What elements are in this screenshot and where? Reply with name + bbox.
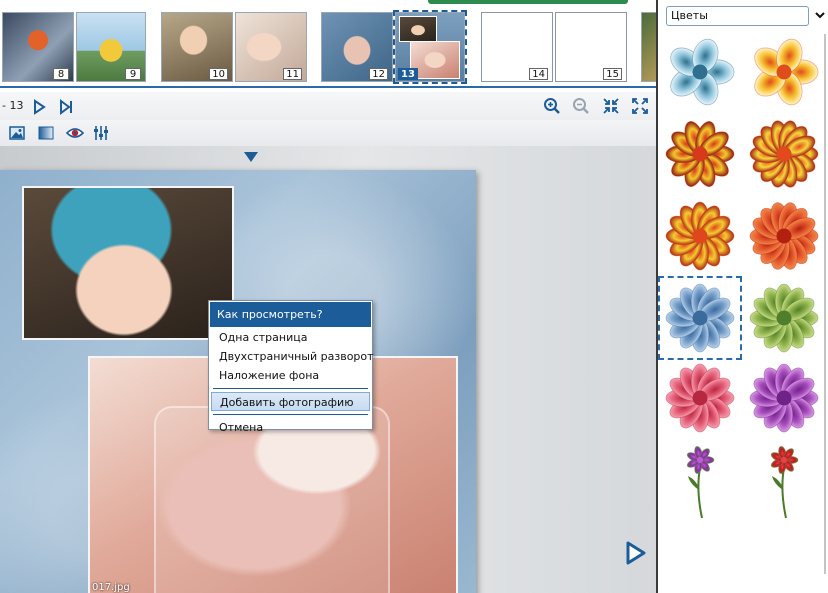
- purple-flower-icon[interactable]: [744, 358, 824, 438]
- blue-flower-icon[interactable]: [660, 32, 740, 112]
- menu-item[interactable]: Отмена: [209, 418, 372, 437]
- red-flower-icon[interactable]: [744, 196, 824, 276]
- menu-item[interactable]: Наложение фона: [209, 366, 372, 385]
- orange-flower-icon[interactable]: [744, 32, 824, 112]
- context-menu-items: Одна страница Двухстраничный разворот Нало…: [209, 328, 374, 437]
- fit-to-window-icon[interactable]: [602, 97, 620, 115]
- page-thumbnail[interactable]: 10: [161, 12, 233, 82]
- pink-flower-icon[interactable]: [660, 358, 740, 438]
- red-stem-flower-icon[interactable]: [744, 440, 824, 520]
- page-thumbnail[interactable]: [641, 12, 656, 82]
- page-thumbnail-strip: 8 9 10 11 12 13 14 15: [0, 0, 656, 88]
- view-context-menu: Как просмотреть? Одна страница Двухстрани…: [208, 300, 374, 434]
- strip-divider: [0, 86, 656, 88]
- red-yellow-flower-2-icon[interactable]: [744, 114, 824, 194]
- page-range-label: - 13: [2, 99, 24, 112]
- clipart-panel: Цветы: [656, 0, 828, 593]
- next-page-arrow-icon[interactable]: [622, 540, 648, 566]
- page-number-badge: 8: [53, 68, 69, 80]
- navigation-toolbar: - 13: [0, 92, 656, 120]
- menu-item[interactable]: Одна страница: [209, 328, 372, 347]
- menu-item[interactable]: Добавить фотографию: [211, 392, 370, 411]
- play-right-icon[interactable]: [30, 98, 48, 116]
- menu-separator: [213, 388, 368, 389]
- page-number-badge: 13: [398, 68, 418, 80]
- green-flower-icon[interactable]: [744, 278, 824, 358]
- sliders-icon[interactable]: [92, 124, 110, 142]
- zoom-in-icon[interactable]: [543, 97, 561, 115]
- skip-to-end-icon[interactable]: [57, 98, 75, 116]
- page-thumbnail[interactable]: 9: [76, 12, 146, 82]
- blue-pastel-flower-icon[interactable]: [658, 276, 742, 360]
- photo-caption: 017.jpg: [92, 582, 130, 593]
- fullscreen-icon[interactable]: [631, 97, 649, 115]
- page-number-badge: 15: [603, 68, 622, 80]
- page-thumbnail[interactable]: 15: [555, 12, 627, 82]
- purple-stem-flower-icon[interactable]: [660, 440, 740, 520]
- page-thumbnail[interactable]: 13: [393, 10, 467, 84]
- page-number-badge: 12: [369, 68, 388, 80]
- photo-baby-hat[interactable]: [22, 186, 234, 340]
- page-number-badge: 10: [209, 68, 228, 80]
- zoom-out-icon[interactable]: [572, 97, 590, 115]
- page-number-badge: 14: [529, 68, 548, 80]
- menu-separator: [213, 414, 368, 415]
- gradient-icon[interactable]: [37, 124, 55, 142]
- context-menu-title: Как просмотреть?: [210, 302, 371, 327]
- page-number-badge: 11: [283, 68, 302, 80]
- red-yellow-flower-1-icon[interactable]: [660, 114, 740, 194]
- mini-photo: [399, 16, 437, 42]
- page-thumbnail[interactable]: 8: [2, 12, 74, 82]
- page-position-marker-icon: [244, 152, 258, 162]
- panel-scrollbar[interactable]: [824, 34, 826, 574]
- eye-icon[interactable]: [66, 124, 84, 142]
- edit-toolbar: [0, 120, 656, 146]
- image-icon[interactable]: [8, 124, 26, 142]
- category-select[interactable]: Цветы: [666, 6, 809, 26]
- page-number-badge: 9: [125, 68, 141, 80]
- chevron-down-icon[interactable]: [813, 8, 827, 22]
- page-thumbnail[interactable]: 12: [321, 12, 393, 82]
- menu-item[interactable]: Двухстраничный разворот: [209, 347, 374, 366]
- yellow-red-flower-icon[interactable]: [660, 196, 740, 276]
- progress-accent-bar: [428, 0, 628, 4]
- page-thumbnail[interactable]: 14: [481, 12, 553, 82]
- page-thumbnail[interactable]: 11: [235, 12, 307, 82]
